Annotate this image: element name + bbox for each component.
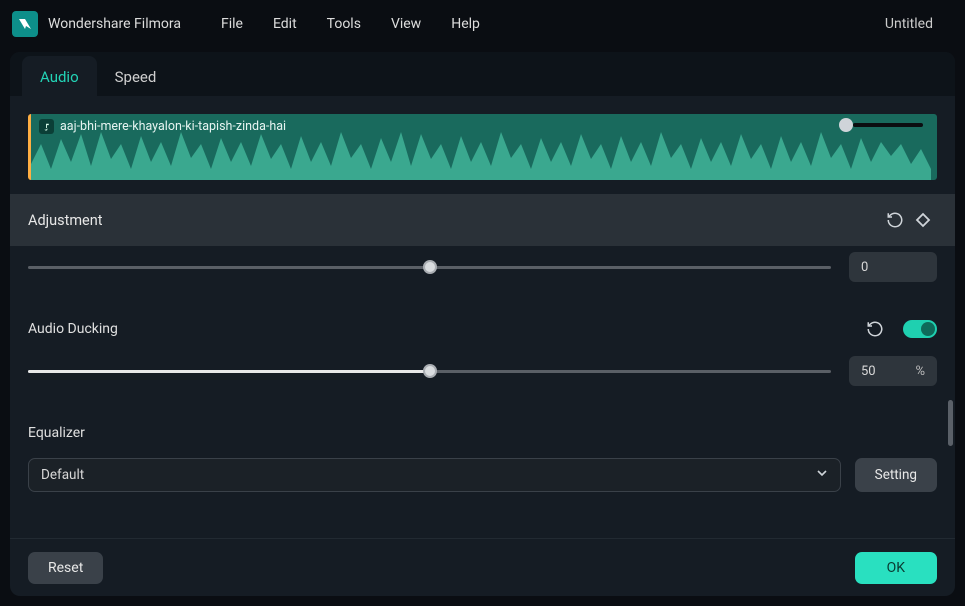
ducking-title: Audio Ducking [28, 321, 118, 337]
ducking-control: Audio Ducking 50 % [10, 302, 955, 406]
fade-knob-icon [839, 118, 853, 132]
adjustment-keyframe-icon[interactable] [909, 206, 937, 234]
menu-help[interactable]: Help [451, 16, 480, 32]
app-name: Wondershare Filmora [48, 16, 181, 32]
menu-tools[interactable]: Tools [327, 16, 361, 32]
panel-content: aaj-bhi-mere-khayalon-ki-tapish-zinda-ha… [10, 96, 955, 538]
scrollbar-thumb[interactable] [948, 400, 953, 446]
menu-view[interactable]: View [391, 16, 421, 32]
menu-edit[interactable]: Edit [273, 16, 297, 32]
ducking-value[interactable]: 50 % [849, 356, 937, 386]
document-title: Untitled [885, 16, 933, 32]
chevron-down-icon [816, 467, 828, 483]
fade-handle[interactable] [839, 118, 923, 132]
ducking-reset-icon[interactable] [861, 315, 889, 343]
menu-items: File Edit Tools View Help [221, 16, 480, 32]
app-logo-icon [12, 11, 38, 37]
equalizer-control: Equalizer [10, 406, 955, 454]
audio-panel: Audio Speed aaj-bhi-mere-khayalon-ki-tap… [10, 52, 955, 596]
fade-line [853, 123, 923, 127]
panel-footer: Reset OK [10, 538, 955, 596]
adjustment-slider[interactable] [28, 266, 831, 269]
adjustment-value[interactable]: 0 [849, 252, 937, 282]
tab-strip: Audio Speed [10, 52, 955, 96]
adjustment-reset-icon[interactable] [881, 206, 909, 234]
ducking-toggle[interactable] [903, 320, 937, 338]
top-menubar: Wondershare Filmora File Edit Tools View… [0, 0, 965, 48]
tab-speed[interactable]: Speed [97, 56, 175, 96]
clip-area: aaj-bhi-mere-khayalon-ki-tapish-zinda-ha… [10, 96, 955, 194]
tab-audio[interactable]: Audio [22, 56, 97, 96]
adjustment-title: Adjustment [28, 212, 102, 229]
clip-name: aaj-bhi-mere-khayalon-ki-tapish-zinda-ha… [60, 119, 286, 134]
equalizer-title: Equalizer [28, 425, 85, 441]
adjustment-control: 0 [10, 246, 955, 302]
equalizer-preset-select[interactable]: Default [28, 458, 841, 492]
clip-label: aaj-bhi-mere-khayalon-ki-tapish-zinda-ha… [39, 119, 286, 134]
app-brand: Wondershare Filmora [12, 11, 181, 37]
menu-file[interactable]: File [221, 16, 243, 32]
ducking-slider[interactable] [28, 370, 831, 373]
reset-button[interactable]: Reset [28, 552, 103, 584]
adjustment-header: Adjustment [10, 194, 955, 246]
music-note-icon [39, 119, 54, 134]
equalizer-selected: Default [41, 467, 84, 483]
audio-clip[interactable]: aaj-bhi-mere-khayalon-ki-tapish-zinda-ha… [28, 114, 937, 180]
equalizer-setting-button[interactable]: Setting [855, 458, 937, 492]
ok-button[interactable]: OK [855, 552, 937, 584]
